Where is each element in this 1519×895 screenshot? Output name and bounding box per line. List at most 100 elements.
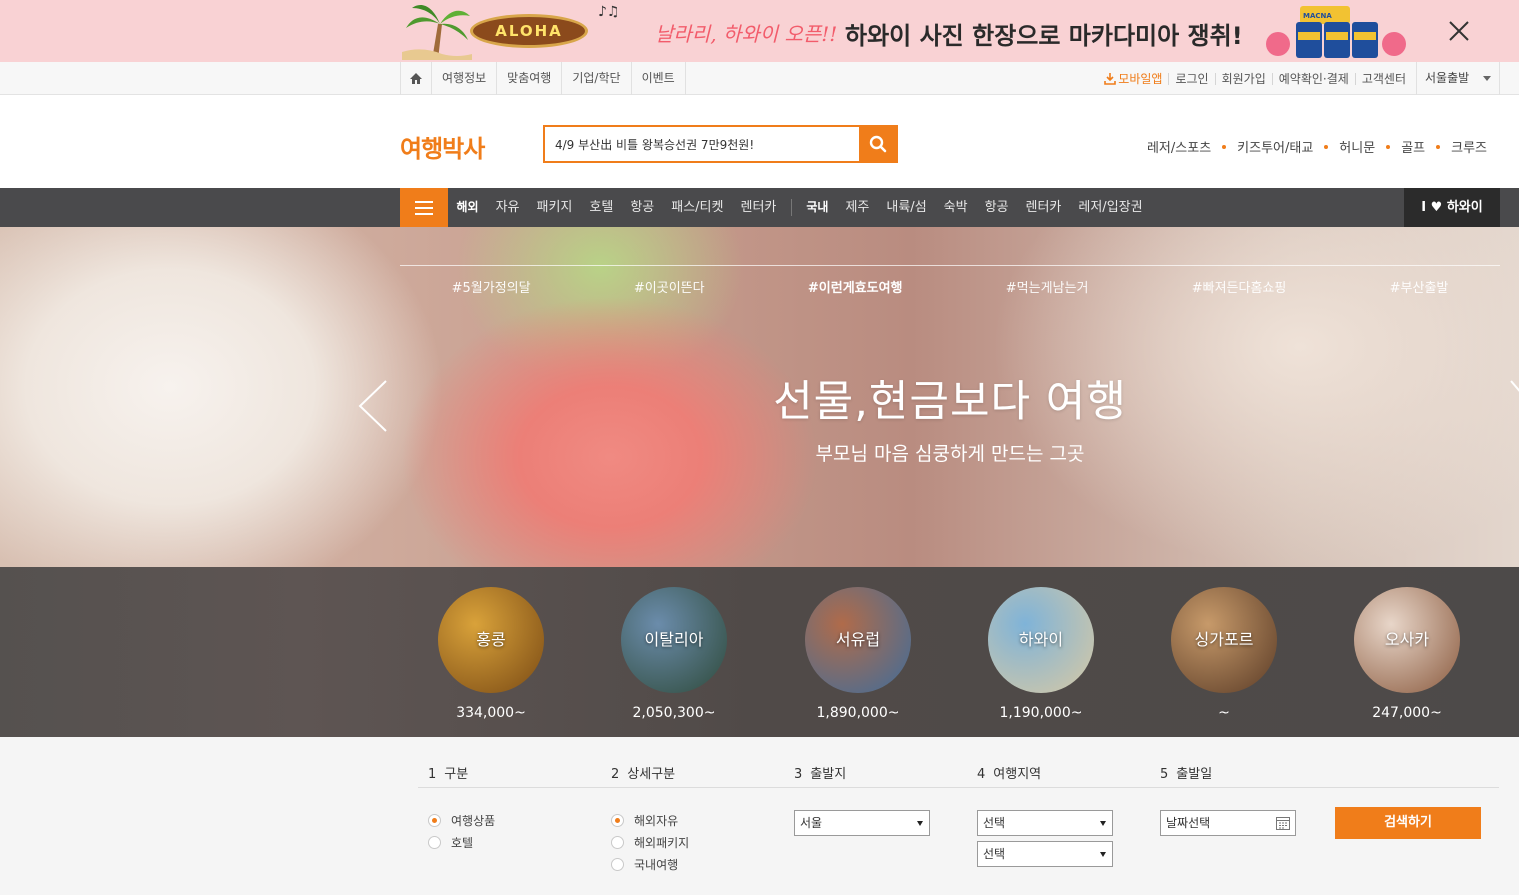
site-logo[interactable]: 여행박사 [400, 129, 485, 164]
nav-overseas-hotel[interactable]: 호텔 [581, 188, 622, 227]
hero-tag[interactable]: #5월가정의달 [452, 277, 531, 296]
date-picker-field[interactable]: 날짜선택 [1160, 810, 1296, 836]
nav-overseas-head[interactable]: 해외 [448, 188, 487, 227]
download-icon [1104, 72, 1117, 85]
step-title: 출발일 [1176, 767, 1213, 782]
step-title: 여행지역 [993, 767, 1042, 782]
radio-label: 해외패키지 [634, 835, 690, 850]
search-col-detail: 2 상세구분 해외자유 해외패키지 국내여행 [611, 763, 689, 878]
chevron-left-icon[interactable] [356, 377, 390, 435]
nav-domestic-head[interactable]: 국내 [798, 188, 837, 227]
music-note-icon: ♪♫ [598, 4, 620, 20]
destination-image: 오사카 [1354, 587, 1460, 693]
hero-tag[interactable]: #먹는게남는거 [1006, 277, 1089, 296]
promo-headline: 하와이 사진 한장으로 마카다미아 쟁취! [845, 22, 1243, 50]
close-icon[interactable] [1446, 18, 1472, 44]
util-link-travel-info[interactable]: 여행정보 [432, 62, 498, 95]
hero-tag[interactable]: #이곳이뜬다 [634, 277, 705, 296]
reservation-link[interactable]: 예약확인·결제 [1273, 72, 1356, 85]
radio-label: 여행상품 [451, 813, 496, 828]
nav-domestic-leisure[interactable]: 레저/입장권 [1070, 188, 1151, 227]
radio-overseas-package[interactable]: 해외패키지 [611, 834, 689, 850]
nav-domestic-rentcar[interactable]: 렌터카 [1017, 188, 1070, 227]
mobile-app-link[interactable]: 모바일앱 [1098, 71, 1170, 86]
radio-domestic[interactable]: 국내여행 [611, 856, 689, 872]
departure-select[interactable]: 서울 [794, 810, 930, 836]
nav-domestic-stay[interactable]: 숙박 [935, 188, 976, 227]
util-link-event[interactable]: 이벤트 [632, 62, 686, 95]
destination-image: 서유럽 [805, 587, 911, 693]
search-input[interactable] [545, 127, 861, 161]
hamburger-menu-button[interactable] [400, 188, 448, 227]
util-link-corporate[interactable]: 기업/학단 [562, 62, 632, 95]
destination-item[interactable]: 이탈리아 2,050,300~ [619, 587, 729, 721]
hero-tag[interactable]: #빠져든다홈쇼핑 [1192, 277, 1287, 296]
radio-dot [611, 857, 624, 871]
destination-price: 1,190,000~ [999, 705, 1083, 721]
triangle-down-icon [1100, 821, 1106, 826]
step-number: 3 [794, 767, 803, 782]
util-link-custom-travel[interactable]: 맞춤여행 [497, 62, 563, 95]
hero-title: 선물,현금보다 여행 [773, 377, 1127, 427]
region-select-2[interactable]: 선택 [977, 841, 1113, 867]
menu-bar [415, 212, 433, 215]
utility-bar: 여행정보 맞춤여행 기업/학단 이벤트 모바일앱 로그인 회원가입 예약확인·결… [0, 62, 1519, 95]
home-button[interactable] [400, 62, 432, 95]
destination-item[interactable]: 서유럽 1,890,000~ [803, 587, 913, 721]
step-number: 1 [428, 767, 437, 782]
quick-link-golf[interactable]: 골프 [1401, 137, 1425, 156]
radio-travel-product[interactable]: 여행상품 [428, 812, 495, 828]
signup-link[interactable]: 회원가입 [1216, 72, 1273, 85]
bullet-dot [1222, 144, 1227, 149]
departure-city-select[interactable]: 서울출발 [1416, 62, 1500, 95]
hero-tag-active[interactable]: #이런게효도여행 [808, 277, 903, 296]
login-link[interactable]: 로그인 [1169, 72, 1216, 85]
search-button[interactable] [859, 126, 897, 162]
quick-link-kids[interactable]: 키즈투어/태교 [1237, 137, 1313, 156]
nav-overseas-rentcar[interactable]: 렌터카 [732, 188, 785, 227]
nav-overseas-package[interactable]: 패키지 [528, 188, 581, 227]
destination-item[interactable]: 하와이 1,190,000~ [986, 587, 1096, 721]
quick-link-leisure[interactable]: 레저/스포츠 [1147, 137, 1211, 156]
hero-tag[interactable]: #부산출발 [1390, 277, 1449, 296]
destination-name: 하와이 [1018, 630, 1064, 649]
destination-item[interactable]: 홍콩 334,000~ [436, 587, 546, 721]
home-icon [410, 73, 422, 84]
nav-domestic-jeju[interactable]: 제주 [837, 188, 878, 227]
promo-banner[interactable]: ALOHA ♪♫ 날라리, 하와이 오픈!! 하와이 사진 한장으로 마카다미아… [0, 0, 1519, 62]
destination-name: 싱가포르 [1194, 630, 1254, 649]
panel-divider [418, 787, 1499, 788]
destination-item[interactable]: 싱가포르 ~ [1169, 587, 1279, 721]
nav-overseas-pass[interactable]: 패스/티켓 [663, 188, 732, 227]
destination-price: ~ [1218, 705, 1230, 721]
destination-image: 홍콩 [438, 587, 544, 693]
hero-subtitle: 부모님 마음 심쿵하게 만드는 그곳 [815, 443, 1085, 465]
search-box [543, 125, 898, 163]
hero-banner[interactable]: #5월가정의달 #이곳이뜬다 #이런게효도여행 #먹는게남는거 #빠져든다홈쇼핑… [0, 227, 1519, 567]
search-submit-button[interactable]: 검색하기 [1335, 807, 1481, 839]
select-value: 선택 [983, 816, 1006, 830]
radio-label: 호텔 [451, 835, 474, 850]
palm-tree-icon [402, 5, 472, 60]
radio-overseas-free[interactable]: 해외자유 [611, 812, 689, 828]
quick-link-honeymoon[interactable]: 허니문 [1339, 137, 1375, 156]
mobile-app-label: 모바일앱 [1118, 71, 1163, 86]
menu-bar [415, 200, 433, 203]
nav-domestic-inland[interactable]: 내륙/섬 [878, 188, 935, 227]
region-select-1[interactable]: 선택 [977, 810, 1113, 836]
hawaii-badge-link[interactable]: I ♥ 하와이 [1404, 188, 1500, 227]
search-col-type: 1 구분 여행상품 호텔 [428, 763, 495, 856]
step-title: 구분 [444, 767, 469, 782]
destination-item[interactable]: 오사카 247,000~ [1352, 587, 1462, 721]
step-title: 출발지 [810, 767, 847, 782]
chevron-right-icon[interactable] [1509, 377, 1519, 435]
destination-name: 서유럽 [835, 630, 881, 649]
customer-center-link[interactable]: 고객센터 [1356, 73, 1412, 85]
destination-image: 이탈리아 [621, 587, 727, 693]
radio-hotel[interactable]: 호텔 [428, 834, 495, 850]
nav-domestic-air[interactable]: 항공 [976, 188, 1017, 227]
nav-overseas-free[interactable]: 자유 [487, 188, 528, 227]
nav-overseas-air[interactable]: 항공 [622, 188, 663, 227]
bullet-dot [1436, 144, 1441, 149]
quick-link-cruise[interactable]: 크루즈 [1451, 137, 1487, 156]
